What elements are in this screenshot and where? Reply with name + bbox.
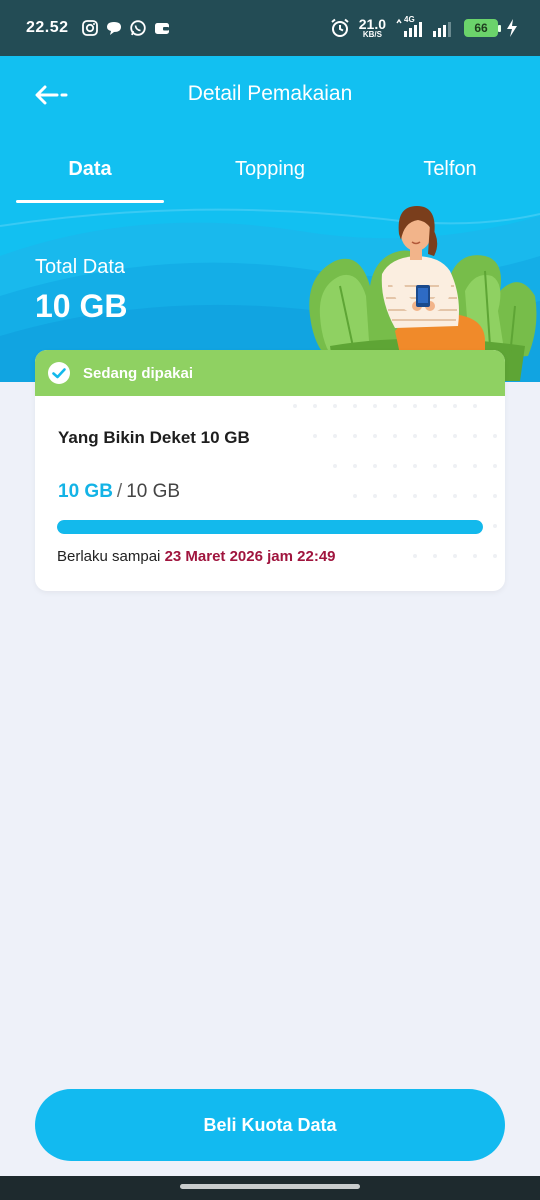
home-indicator[interactable] (180, 1184, 360, 1189)
charging-icon (507, 19, 517, 37)
network-speed-value: 21.0 (358, 16, 386, 32)
status-bar: 22.52 21.0 KB/S 4G 66 (0, 0, 540, 56)
page-title: Detail Pemakaian (187, 82, 353, 105)
battery-indicator: 66 (464, 19, 501, 37)
total-data-value: 10 GB (35, 288, 128, 324)
header: Detail Pemakaian Data Topping Telfon Tot… (0, 56, 540, 382)
network-speed: 21.0 KB/S (359, 17, 386, 39)
validity-prefix: Berlaku sampai (57, 548, 161, 565)
status-right-group: 21.0 KB/S 4G 66 (329, 15, 518, 39)
buy-data-quota-button[interactable]: Beli Kuota Data (35, 1089, 505, 1161)
package-card[interactable]: Sedang dipakai Yang Bikin Deket 10 GB 10… (35, 350, 505, 591)
quota-progress-bar (57, 520, 483, 534)
total-data-label: Total Data (35, 256, 126, 278)
active-tab-indicator (16, 200, 164, 203)
check-circle-icon (48, 362, 70, 384)
quota-remaining: 10 GB (58, 481, 113, 502)
in-use-badge-label: Sedang dipakai (83, 364, 194, 382)
quota-separator: / (116, 481, 123, 502)
quota-readout: 10 GB/10 GB (58, 481, 180, 503)
signal-bars-icon (433, 22, 451, 37)
battery-level: 66 (474, 21, 488, 35)
signal-4g-icon: 4G (394, 15, 424, 39)
validity-text: Berlaku sampai 23 Maret 2026 jam 22:49 (57, 548, 336, 565)
navigation-bar (0, 1176, 540, 1200)
status-time: 22.52 (26, 19, 69, 36)
network-speed-unit: KB/S (362, 30, 382, 39)
package-name: Yang Bikin Deket 10 GB (58, 428, 250, 447)
validity-date: 23 Maret 2026 jam 22:49 (164, 548, 336, 565)
tab-data[interactable]: Data (0, 146, 180, 204)
in-use-badge: Sedang dipakai (35, 350, 505, 396)
chat-bubble-icon (106, 22, 121, 35)
alarm-icon (331, 18, 349, 37)
instagram-icon (81, 20, 98, 36)
quota-total: 10 GB (126, 481, 181, 502)
wallet-icon (154, 23, 169, 34)
whatsapp-icon (129, 20, 146, 36)
quota-progress-fill (57, 520, 483, 534)
